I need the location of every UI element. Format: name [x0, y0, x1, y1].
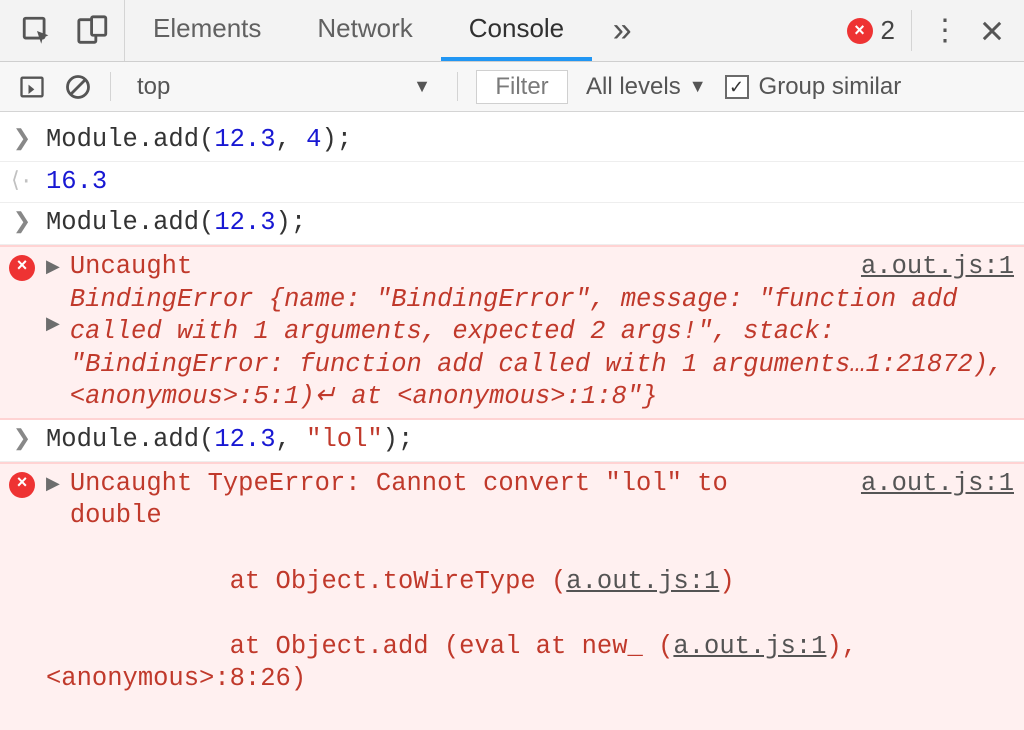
prompt-icon: ❯: [8, 124, 36, 154]
console-input-row[interactable]: ❯ Module.add(12.3, 4);: [0, 120, 1024, 162]
close-icon[interactable]: [978, 17, 1006, 45]
context-selector[interactable]: top ▼: [129, 73, 439, 101]
console-input-text: Module.add(12.3, "lol");: [46, 424, 1014, 457]
error-icon: ×: [8, 251, 36, 281]
chevron-down-icon: ▼: [689, 76, 707, 97]
clear-console-icon[interactable]: [64, 73, 92, 101]
disclosure-triangle-icon[interactable]: ▶: [46, 284, 70, 337]
console-toolbar: top ▼ Filter All levels ▼ ✓ Group simila…: [0, 62, 1024, 112]
more-tabs-icon[interactable]: »: [592, 1, 652, 61]
error-icon: ×: [8, 468, 36, 498]
console-log: ❯ Module.add(12.3, 4); ⟨· 16.3 ❯ Module.…: [0, 112, 1024, 730]
error-head: Uncaught: [70, 251, 192, 284]
console-error-row[interactable]: × ▶ Uncaught a.out.js:1 ▶ BindingError {…: [0, 245, 1024, 420]
error-count[interactable]: × 2: [831, 10, 912, 51]
error-location-link[interactable]: a.out.js:1: [837, 468, 1014, 501]
level-selector[interactable]: All levels ▼: [586, 73, 707, 101]
device-toolbar-icon[interactable]: [76, 14, 110, 48]
panel-tabs: Elements Network Console: [125, 0, 592, 61]
console-input-row[interactable]: ❯ Module.add(12.3, "lol");: [0, 420, 1024, 462]
filter-input[interactable]: Filter: [476, 70, 568, 104]
right-cluster: × 2 ⋮: [831, 0, 1024, 61]
error-head: Uncaught TypeError: Cannot convert "lol"…: [70, 469, 728, 498]
console-input-text: Module.add(12.3, 4);: [46, 124, 1014, 157]
console-error-row[interactable]: × ▶ Uncaught TypeError: Cannot convert "…: [0, 462, 1024, 730]
console-sidebar-toggle-icon[interactable]: [18, 73, 46, 101]
level-selector-value: All levels: [586, 73, 681, 101]
error-location-link[interactable]: a.out.js:1: [837, 251, 1014, 284]
filter-placeholder: Filter: [495, 73, 548, 101]
error-count-value: 2: [881, 15, 895, 46]
context-selector-value: top: [137, 73, 170, 101]
prompt-icon: ❯: [8, 424, 36, 454]
stack-link[interactable]: a.out.js:1: [566, 567, 719, 596]
checkbox-checked-icon: ✓: [725, 75, 749, 99]
group-similar-toggle[interactable]: ✓ Group similar: [725, 73, 902, 101]
inspect-element-icon[interactable]: [20, 14, 54, 48]
stack-link[interactable]: a.out.js:1: [673, 632, 826, 661]
prompt-icon: ❯: [8, 207, 36, 237]
console-return-row[interactable]: ⟨· 16.3: [0, 162, 1024, 204]
group-similar-label: Group similar: [759, 73, 902, 101]
disclosure-triangle-icon[interactable]: ▶: [46, 468, 70, 497]
error-body: BindingError {name: "BindingError", mess…: [70, 284, 1014, 415]
devtools-tabstrip: Elements Network Console » × 2 ⋮: [0, 0, 1024, 62]
tab-elements[interactable]: Elements: [125, 0, 289, 61]
error-dot-icon: ×: [847, 18, 873, 44]
divider: [110, 72, 111, 101]
console-input-text: Module.add(12.3);: [46, 207, 1014, 240]
divider: [457, 72, 458, 101]
console-input-row[interactable]: ❯ Module.add(12.3);: [0, 203, 1024, 245]
tab-console[interactable]: Console: [441, 0, 592, 61]
return-icon: ⟨·: [8, 166, 36, 196]
inspect-icon-well: [0, 0, 125, 61]
tab-network[interactable]: Network: [289, 0, 440, 61]
error-content: ▶ Uncaught TypeError: Cannot convert "lo…: [46, 468, 1014, 730]
kebab-menu-icon[interactable]: ⋮: [930, 13, 960, 48]
error-content: ▶ Uncaught a.out.js:1 ▶ BindingError {na…: [46, 251, 1014, 414]
chevron-down-icon: ▼: [413, 76, 431, 97]
disclosure-triangle-icon[interactable]: ▶: [46, 251, 70, 280]
console-return-value: 16.3: [46, 166, 1014, 199]
error-head-cont: double: [70, 501, 162, 530]
